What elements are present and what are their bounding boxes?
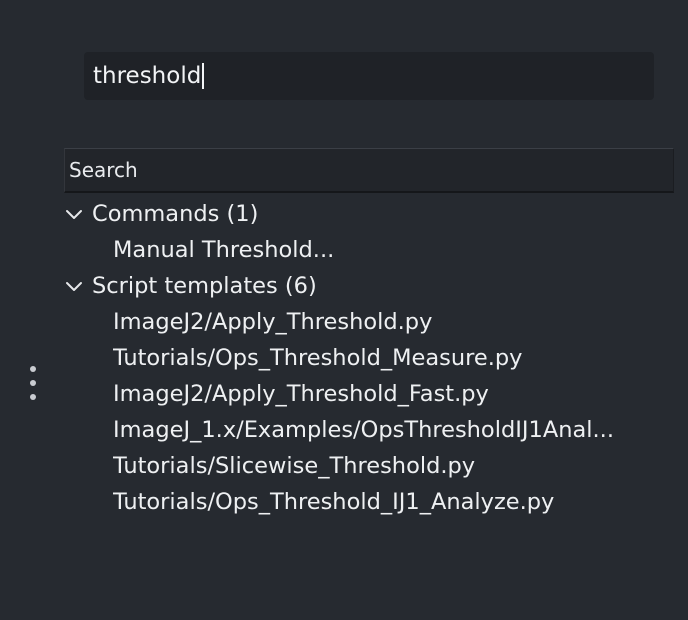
result-item-manual-threshold[interactable]: Manual Threshold... (62, 232, 662, 268)
group-label: Commands (1) (92, 201, 259, 227)
result-item-label: Tutorials/Slicewise_Threshold.py (113, 453, 476, 479)
kebab-dot (30, 394, 36, 400)
results-tree: Commands (1) Manual Threshold... Script … (62, 196, 662, 520)
result-item-label: Manual Threshold... (113, 237, 335, 263)
group-label: Script templates (6) (92, 273, 317, 299)
kebab-dot (30, 380, 36, 386)
chevron-down-icon[interactable] (63, 203, 85, 225)
result-item-label: Tutorials/Ops_Threshold_Measure.py (113, 345, 523, 371)
more-vertical-icon[interactable] (27, 366, 39, 402)
search-bar-label: Search (69, 158, 138, 182)
text-caret (202, 63, 204, 89)
search-bar[interactable]: Search (64, 148, 674, 193)
result-item-label: ImageJ2/Apply_Threshold.py (113, 309, 433, 335)
result-item-label: ImageJ_1.x/Examples/OpsThresholdIJ1Anal.… (113, 417, 614, 443)
search-query-text: threshold (93, 63, 202, 89)
result-item-ops-threshold-ij1-analyze-example[interactable]: ImageJ_1.x/Examples/OpsThresholdIJ1Anal.… (62, 412, 662, 448)
result-item-ops-threshold-measure[interactable]: Tutorials/Ops_Threshold_Measure.py (62, 340, 662, 376)
result-item-apply-threshold-fast[interactable]: ImageJ2/Apply_Threshold_Fast.py (62, 376, 662, 412)
group-script-templates[interactable]: Script templates (6) (62, 268, 662, 304)
result-item-apply-threshold[interactable]: ImageJ2/Apply_Threshold.py (62, 304, 662, 340)
result-item-slicewise-threshold[interactable]: Tutorials/Slicewise_Threshold.py (62, 448, 662, 484)
result-item-ops-threshold-ij1-analyze[interactable]: Tutorials/Ops_Threshold_IJ1_Analyze.py (62, 484, 662, 520)
kebab-dot (30, 366, 36, 372)
result-item-label: ImageJ2/Apply_Threshold_Fast.py (113, 381, 489, 407)
group-commands[interactable]: Commands (1) (62, 196, 662, 232)
search-query-input[interactable]: threshold (84, 52, 654, 100)
chevron-down-icon[interactable] (63, 275, 85, 297)
result-item-label: Tutorials/Ops_Threshold_IJ1_Analyze.py (113, 489, 555, 515)
